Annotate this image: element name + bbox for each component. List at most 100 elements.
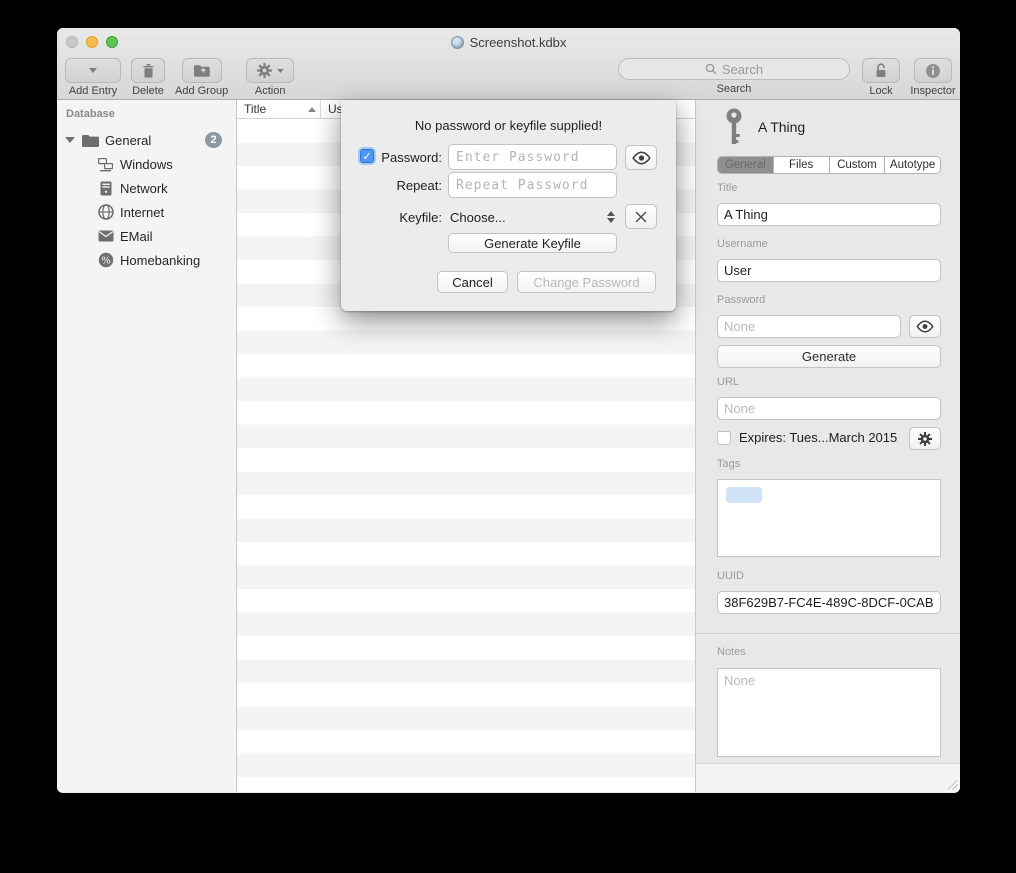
gear-icon [918, 432, 932, 446]
window-chrome: Screenshot.kdbx Add Entry [57, 28, 960, 100]
tab-custom[interactable]: Custom [830, 157, 886, 173]
uuid-field[interactable] [717, 591, 941, 614]
notes-label: Notes [717, 646, 746, 658]
window-title: Screenshot.kdbx [470, 35, 567, 50]
reveal-password-button[interactable] [909, 315, 941, 338]
trash-icon [142, 63, 155, 78]
delete-button[interactable]: Delete [131, 58, 165, 97]
server-icon [97, 180, 114, 197]
gear-icon [257, 63, 272, 78]
tab-autotype[interactable]: Autotype [885, 157, 940, 173]
username-field-label: Username [717, 238, 768, 250]
expires-checkbox[interactable] [717, 431, 731, 445]
sidebar-item-network[interactable]: Network [57, 178, 236, 198]
percent-icon: % [97, 252, 114, 269]
chevron-down-icon[interactable] [85, 59, 102, 82]
url-field-label: URL [717, 376, 739, 388]
sidebar-item-label: Windows [120, 157, 173, 172]
windows-network-icon [97, 156, 114, 173]
username-field[interactable] [717, 259, 941, 282]
sidebar-item-label: General [105, 133, 151, 148]
change-password-button[interactable]: Change Password [517, 271, 656, 293]
generate-keyfile-button[interactable]: Generate Keyfile [448, 233, 617, 253]
inspector-label: Inspector [910, 85, 955, 97]
folder-plus-icon [194, 64, 210, 77]
expires-row: Expires: Tues...March 2015 [717, 430, 897, 445]
sidebar-item-label: EMail [120, 229, 153, 244]
inspector-footer [696, 763, 960, 792]
column-header-title[interactable]: Title [237, 100, 321, 118]
tag-token[interactable] [726, 487, 762, 503]
reveal-password-button[interactable] [625, 145, 657, 170]
tab-files[interactable]: Files [774, 157, 830, 173]
action-label: Action [255, 85, 286, 97]
document-icon [451, 36, 464, 49]
title-bar[interactable]: Screenshot.kdbx [57, 28, 960, 56]
entry-title: A Thing [758, 119, 805, 135]
lock-open-icon [874, 63, 888, 79]
url-field[interactable] [717, 397, 941, 420]
chevron-down-icon [277, 69, 284, 73]
toolbar: Add Entry Delete Add Group [57, 56, 960, 100]
resize-grip[interactable] [948, 780, 958, 790]
search-placeholder: Search [722, 62, 763, 77]
envelope-icon [97, 228, 114, 245]
action-button[interactable]: Action [246, 58, 294, 97]
stepper-icon [607, 211, 615, 223]
clear-keyfile-button[interactable] [625, 204, 657, 229]
uuid-label: UUID [717, 570, 744, 582]
inspector-panel: A Thing General Files Custom Autotype Ti… [696, 100, 960, 792]
tab-general[interactable]: General [718, 157, 774, 173]
sidebar-item-homebanking[interactable]: % Homebanking [57, 250, 236, 270]
search-icon [705, 63, 717, 75]
sidebar-item-general[interactable]: General 2 [57, 130, 236, 150]
sidebar-item-label: Homebanking [120, 253, 200, 268]
add-group-button[interactable]: Add Group [175, 58, 228, 97]
title-field[interactable] [717, 203, 941, 226]
password-field-label: Password [717, 294, 765, 306]
sidebar-item-email[interactable]: EMail [57, 226, 236, 246]
inspector-button[interactable]: Inspector [914, 58, 952, 97]
globe-icon [97, 204, 114, 221]
sidebar-section-header: Database [66, 108, 115, 120]
add-entry-button[interactable]: Add Entry [65, 58, 121, 97]
search-input[interactable]: Search [618, 58, 850, 80]
sidebar-item-internet[interactable]: Internet [57, 202, 236, 222]
sidebar-item-windows[interactable]: Windows [57, 154, 236, 174]
search-area: Search Search [618, 58, 850, 95]
expires-settings-button[interactable] [909, 427, 941, 450]
generate-password-button[interactable]: Generate [717, 345, 941, 368]
eye-icon [915, 320, 935, 333]
repeat-label: Repeat: [341, 178, 442, 193]
app-window: Screenshot.kdbx Add Entry [57, 28, 960, 793]
inspector-tabs: General Files Custom Autotype [717, 156, 941, 174]
change-password-sheet: No password or keyfile supplied! ✓ Passw… [341, 100, 676, 311]
cancel-button[interactable]: Cancel [437, 271, 508, 293]
password-field[interactable] [717, 315, 901, 338]
sheet-message: No password or keyfile supplied! [341, 118, 676, 133]
keyfile-popup[interactable]: Choose... [450, 204, 619, 230]
search-label: Search [717, 83, 752, 95]
svg-text:%: % [101, 255, 111, 266]
delete-label: Delete [132, 85, 164, 97]
enter-password-input[interactable] [448, 144, 617, 170]
eye-icon [631, 151, 652, 165]
group-count-badge: 2 [205, 132, 222, 148]
repeat-password-input[interactable] [448, 172, 617, 198]
expires-label: Expires: Tues...March 2015 [739, 430, 897, 445]
inspector-divider [696, 633, 960, 634]
lock-label: Lock [869, 85, 892, 97]
key-icon [723, 108, 745, 146]
close-x-icon [635, 211, 647, 223]
sidebar-item-label: Network [120, 181, 168, 196]
lock-button[interactable]: Lock [862, 58, 900, 97]
sidebar-item-label: Internet [120, 205, 164, 220]
tags-label: Tags [717, 458, 740, 470]
add-group-label: Add Group [175, 85, 228, 97]
notes-field[interactable] [717, 668, 941, 757]
keyfile-label: Keyfile: [341, 210, 442, 225]
disclosure-triangle-icon[interactable] [65, 137, 75, 143]
info-icon [925, 63, 941, 79]
sidebar: Database General 2 Windows Network [57, 100, 237, 792]
tags-box[interactable] [717, 479, 941, 557]
